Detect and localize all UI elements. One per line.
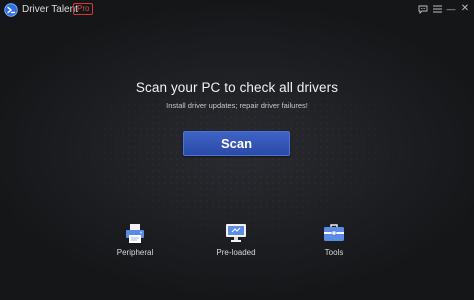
peripheral-label: Peripheral [116,248,154,257]
feedback-button[interactable] [416,2,430,16]
driver-talent-logo-icon [4,3,18,17]
toolbox-icon [324,224,344,241]
scan-headline: Scan your PC to check all drivers [135,80,339,95]
monitor-icon [226,224,246,242]
menu-button[interactable] [430,2,444,16]
pre-loaded-button[interactable]: Pre-loaded [196,222,276,262]
tools-label: Tools [324,248,344,257]
hamburger-menu-icon [432,5,442,13]
app-window: Driver Talent Pro — ✕ Scan your PC to ch… [0,0,474,300]
peripheral-button[interactable]: Peripheral [95,222,175,262]
minimize-button[interactable]: — [444,2,458,16]
printer-icon [126,224,144,243]
tools-button[interactable]: Tools [294,222,374,262]
app-title: Driver Talent [22,4,78,15]
close-button[interactable]: ✕ [458,2,472,16]
pro-badge: Pro [73,3,94,15]
close-icon: ✕ [460,3,470,14]
minimize-icon: — [446,4,456,14]
scan-button[interactable]: Scan [183,131,290,156]
scan-subheadline: Install driver updates; repair driver fa… [166,101,308,110]
title-bar: Driver Talent Pro — ✕ [0,0,474,20]
chat-bubble-icon [418,5,428,14]
pre-loaded-label: Pre-loaded [216,248,256,257]
